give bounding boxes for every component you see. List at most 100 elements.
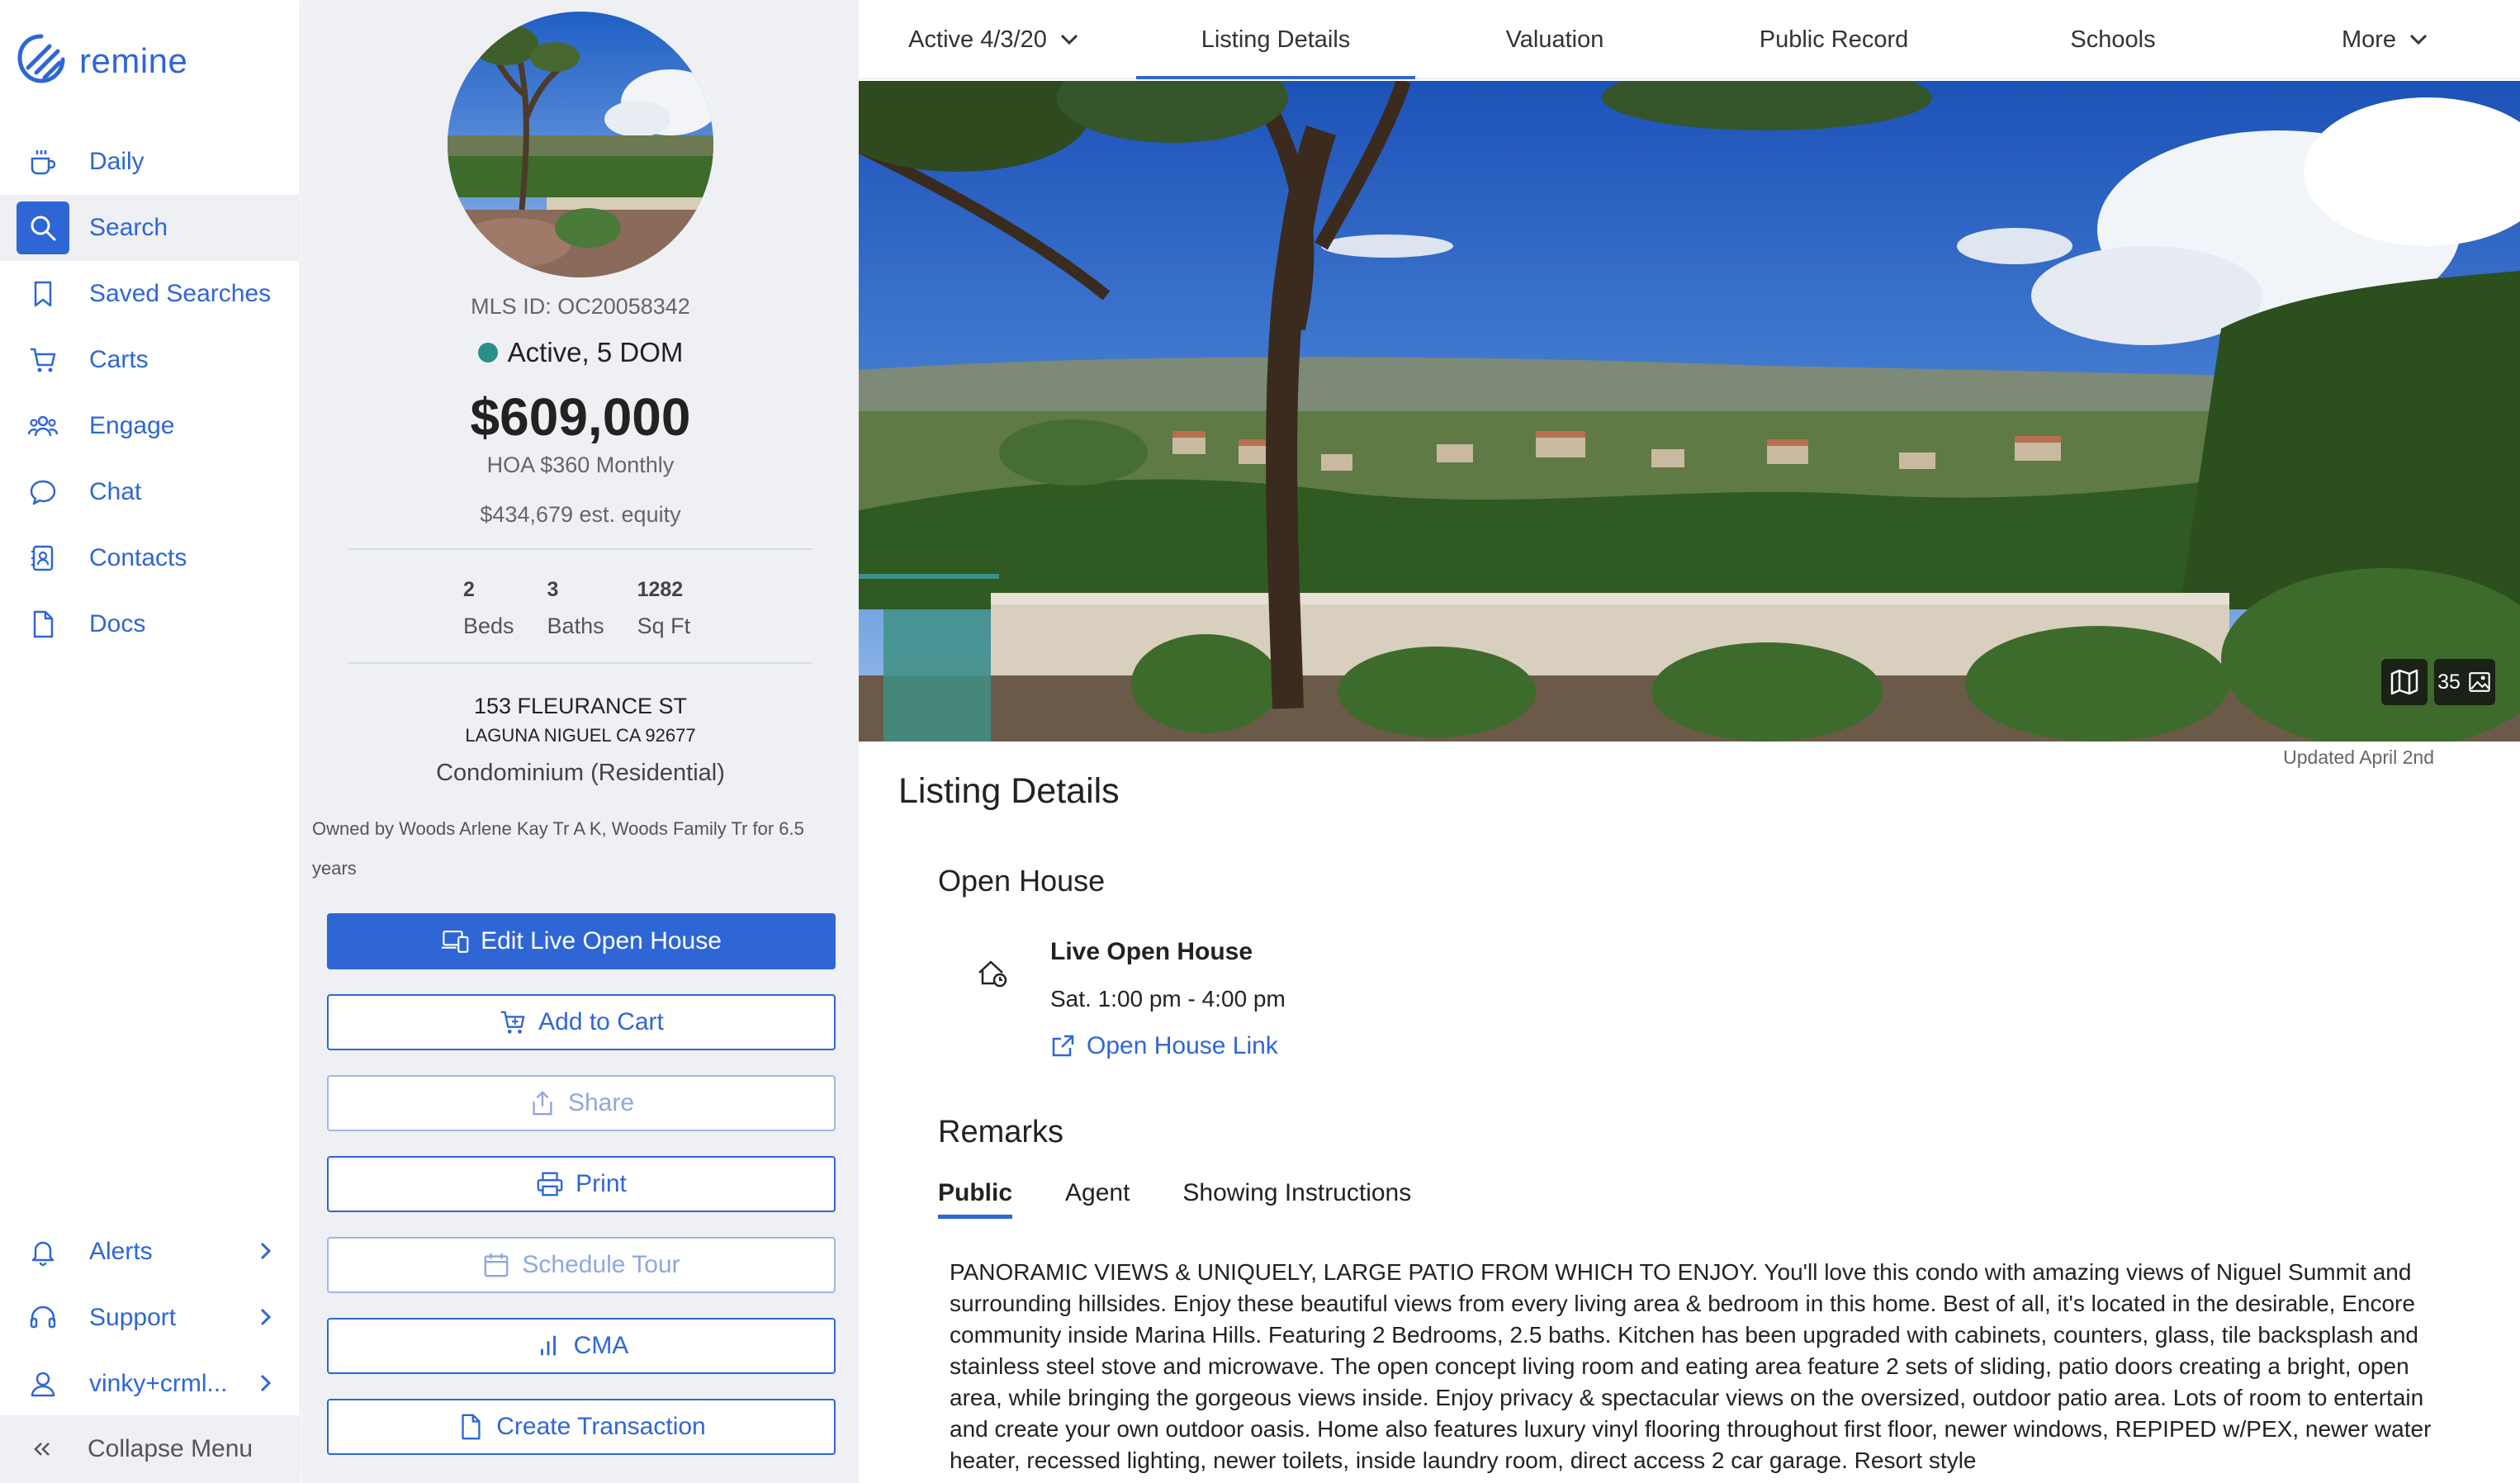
user-icon: [17, 1357, 69, 1410]
sidebar-item-label: Contacts: [89, 544, 187, 571]
search-icon: [17, 201, 69, 254]
collapse-menu-label: Collapse Menu: [88, 1435, 253, 1462]
sidebar-item-label: Engage: [89, 412, 175, 439]
tab-public-record[interactable]: Public Record: [1694, 0, 1973, 79]
remine-logo-icon: [17, 34, 65, 83]
sidebar-item-contacts[interactable]: Contacts: [0, 525, 301, 591]
remarks-tabs: Public Agent Showing Instructions: [938, 1179, 1464, 1219]
stat-value: 2: [463, 578, 475, 601]
sidebar-item-label: Search: [89, 214, 168, 241]
property-thumbnail[interactable]: [448, 12, 713, 277]
status-history-dropdown[interactable]: Active 4/3/20: [859, 0, 1131, 79]
stat-value: 1282: [637, 578, 684, 601]
sidebar-item-label: Alerts: [89, 1238, 153, 1265]
print-button[interactable]: Print: [327, 1156, 836, 1212]
sidebar-item-saved-searches[interactable]: Saved Searches: [0, 261, 301, 327]
doc-icon: [17, 598, 69, 651]
sidebar-bottom-nav: Alerts Support vinky+crml...: [0, 1219, 301, 1417]
coffee-icon: [17, 135, 69, 188]
city-state-zip: LAGUNA NIGUEL CA 92677: [465, 725, 696, 746]
tab-label: Schools: [2070, 26, 2156, 53]
status-dot: [477, 343, 498, 362]
share-button[interactable]: Share: [327, 1075, 836, 1131]
remarks-heading: Remarks: [938, 1115, 1064, 1149]
map-view-button[interactable]: [2381, 659, 2428, 705]
listing-details-heading: Listing Details: [898, 771, 1120, 811]
photo-updated-date: Updated April 2nd: [2283, 746, 2434, 768]
document-icon: [462, 1414, 481, 1440]
open-house-icon: [978, 960, 1007, 988]
listing-status: Active, 5 DOM: [302, 337, 859, 368]
sidebar-item-alerts[interactable]: Alerts: [0, 1219, 301, 1285]
bar-chart-icon: [540, 1335, 556, 1356]
divider: [348, 662, 812, 664]
sidebar-item-label: Daily: [89, 148, 144, 175]
property-type: Condominium (Residential): [436, 760, 725, 786]
sidebar-item-label: Docs: [89, 610, 146, 637]
sidebar-item-support[interactable]: Support: [0, 1285, 301, 1351]
sidebar-item-daily[interactable]: Daily: [0, 129, 301, 195]
collapse-menu-button[interactable]: Collapse Menu: [0, 1415, 301, 1483]
sidebar-item-account[interactable]: vinky+crml...: [0, 1351, 301, 1417]
tab-valuation[interactable]: Valuation: [1415, 0, 1694, 79]
property-thumbnail-image: [448, 12, 713, 277]
sidebar-item-docs[interactable]: Docs: [0, 591, 301, 657]
property-hero-photo[interactable]: 35: [859, 81, 2520, 742]
stat-beds: 2 Beds: [463, 578, 514, 639]
button-label: Create Transaction: [496, 1413, 706, 1440]
mls-id: MLS ID: OC20058342: [471, 294, 690, 319]
hero-photo-image: [859, 81, 2520, 742]
stat-label: Sq Ft: [637, 614, 691, 638]
property-summary-panel: MLS ID: OC20058342 Active, 5 DOM $609,00…: [302, 0, 859, 1483]
divider: [348, 548, 812, 550]
brand-logo[interactable]: remine: [17, 31, 187, 91]
stat-baths: 3 Baths: [547, 578, 604, 639]
tab-remarks-showing-instructions[interactable]: Showing Instructions: [1182, 1179, 1411, 1219]
tab-remarks-public[interactable]: Public: [938, 1179, 1013, 1219]
tab-more[interactable]: More: [2252, 0, 2520, 79]
sidebar-item-search[interactable]: Search: [0, 195, 301, 261]
tab-listing-details[interactable]: Listing Details: [1136, 0, 1415, 79]
sidebar-item-label: Carts: [89, 346, 149, 373]
button-label: Add to Cart: [538, 1008, 664, 1035]
open-house-link[interactable]: Open House Link: [1050, 1032, 1278, 1060]
edit-live-open-house-button[interactable]: Edit Live Open House: [327, 913, 836, 969]
sidebar-item-engage[interactable]: Engage: [0, 393, 301, 459]
status-history-label: Active 4/3/20: [908, 26, 1047, 53]
printer-icon: [537, 1172, 563, 1196]
brand-name: remine: [79, 41, 188, 80]
sidebar-item-chat[interactable]: Chat: [0, 459, 301, 525]
estimated-equity: $434,679 est. equity: [480, 502, 681, 527]
main-content: Active 4/3/20 Listing Details Valuation …: [859, 0, 2520, 1483]
button-label: Edit Live Open House: [481, 927, 722, 955]
tab-label: Valuation: [1505, 26, 1604, 53]
map-icon: [2390, 669, 2418, 695]
bell-icon: [17, 1225, 69, 1278]
sidebar-item-label: Saved Searches: [89, 280, 272, 307]
photo-gallery-button[interactable]: 35: [2434, 659, 2495, 705]
property-stats: 2 Beds 3 Baths 1282 Sq Ft: [463, 578, 723, 639]
street-address: 153 FLEURANCE ST: [473, 694, 688, 718]
chevron-right-icon: [260, 1308, 272, 1326]
photo-count: 35: [2437, 670, 2461, 694]
tab-remarks-agent[interactable]: Agent: [1065, 1179, 1130, 1219]
create-transaction-button[interactable]: Create Transaction: [327, 1399, 836, 1455]
add-to-cart-button[interactable]: Add to Cart: [327, 994, 836, 1050]
open-house-title: Live Open House: [1050, 938, 1253, 965]
cma-button[interactable]: CMA: [327, 1318, 836, 1374]
tab-label: Public Record: [1759, 26, 1909, 53]
image-icon: [2469, 672, 2490, 692]
headset-icon: [17, 1291, 69, 1344]
share-icon: [533, 1091, 552, 1116]
owner-info: Owned by Woods Arlene Kay Tr A K, Woods …: [312, 818, 804, 879]
schedule-tour-button[interactable]: Schedule Tour: [327, 1237, 836, 1293]
sidebar-item-carts[interactable]: Carts: [0, 327, 301, 393]
stat-sqft: 1282 Sq Ft: [637, 578, 691, 639]
open-house-time: Sat. 1:00 pm - 4:00 pm: [1050, 986, 1286, 1012]
tab-schools[interactable]: Schools: [1973, 0, 2252, 79]
stat-value: 3: [547, 578, 559, 601]
listing-tabs: Active 4/3/20 Listing Details Valuation …: [859, 0, 2520, 79]
cart-icon: [500, 1011, 525, 1034]
sidebar-item-label: Chat: [89, 478, 142, 505]
hoa-fee: HOA $360 Monthly: [486, 452, 675, 477]
